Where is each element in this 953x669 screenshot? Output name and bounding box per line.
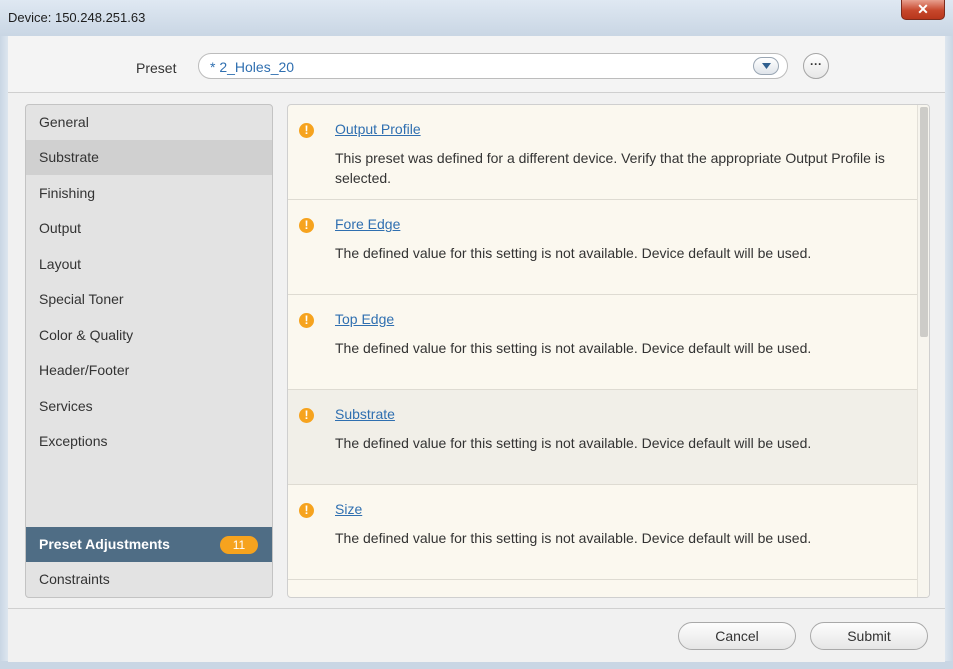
dialog-body: Preset * 2_Holes_20 ··· General Substrat… bbox=[8, 36, 945, 662]
warning-icon: ! bbox=[299, 503, 314, 518]
warning-icon: ! bbox=[299, 313, 314, 328]
sidebar-item-substrate[interactable]: Substrate bbox=[26, 140, 272, 175]
issue-message: The defined value for this setting is no… bbox=[335, 530, 812, 546]
more-options-button[interactable]: ··· bbox=[803, 53, 829, 79]
list-item: ! Top Edge The defined value for this se… bbox=[288, 295, 918, 390]
sidebar-item-output[interactable]: Output bbox=[26, 211, 272, 246]
issue-message: This preset was defined for a different … bbox=[335, 150, 885, 186]
sidebar-item-layout[interactable]: Layout bbox=[26, 247, 272, 282]
list-item bbox=[288, 580, 918, 597]
issue-link-fore-edge[interactable]: Fore Edge bbox=[335, 216, 400, 232]
sidebar-item-exceptions[interactable]: Exceptions bbox=[26, 424, 272, 459]
sidebar-item-preset-adjustments[interactable]: Preset Adjustments 11 bbox=[26, 527, 272, 562]
close-button[interactable]: ✕ bbox=[901, 0, 945, 20]
issue-link-size[interactable]: Size bbox=[335, 501, 362, 517]
submit-button[interactable]: Submit bbox=[810, 622, 928, 650]
issue-message: The defined value for this setting is no… bbox=[335, 435, 812, 451]
list-item: ! Fore Edge The defined value for this s… bbox=[288, 200, 918, 295]
issue-link-top-edge[interactable]: Top Edge bbox=[335, 311, 394, 327]
adjustments-count-badge: 11 bbox=[220, 536, 258, 554]
sidebar-item-label: Preset Adjustments bbox=[39, 536, 170, 552]
sidebar-item-special-toner[interactable]: Special Toner bbox=[26, 282, 272, 317]
preset-select[interactable]: * 2_Holes_20 bbox=[198, 53, 788, 79]
title-bar: Device: 150.248.251.63 ✕ bbox=[0, 0, 953, 37]
issue-message: The defined value for this setting is no… bbox=[335, 340, 812, 356]
chevron-down-icon bbox=[762, 63, 771, 69]
scrollbar-thumb[interactable] bbox=[920, 107, 928, 337]
preset-label: Preset bbox=[136, 60, 177, 76]
sidebar-item-general[interactable]: General bbox=[26, 105, 272, 140]
dialog-footer: Cancel Submit bbox=[8, 608, 945, 662]
cancel-button[interactable]: Cancel bbox=[678, 622, 796, 650]
preset-row: Preset * 2_Holes_20 ··· bbox=[8, 36, 945, 93]
warning-icon: ! bbox=[299, 218, 314, 233]
list-item: ! Size The defined value for this settin… bbox=[288, 485, 918, 580]
window-title: Device: 150.248.251.63 bbox=[8, 10, 146, 25]
sidebar-item-header-footer[interactable]: Header/Footer bbox=[26, 353, 272, 388]
sidebar-item-finishing[interactable]: Finishing bbox=[26, 176, 272, 211]
preset-dropdown-button[interactable] bbox=[753, 57, 779, 75]
ellipsis-icon: ··· bbox=[810, 57, 822, 71]
settings-sidebar: General Substrate Finishing Output Layou… bbox=[25, 104, 273, 598]
preset-value: * 2_Holes_20 bbox=[210, 59, 295, 75]
issue-message: The defined value for this setting is no… bbox=[335, 245, 812, 261]
warning-icon: ! bbox=[299, 123, 314, 138]
window-frame-right bbox=[945, 36, 953, 669]
scrollbar[interactable] bbox=[917, 105, 929, 597]
list-item: ! Substrate The defined value for this s… bbox=[288, 390, 918, 485]
sidebar-item-services[interactable]: Services bbox=[26, 389, 272, 424]
issue-link-output-profile[interactable]: Output Profile bbox=[335, 121, 421, 137]
issue-link-substrate[interactable]: Substrate bbox=[335, 406, 395, 422]
sidebar-item-color-quality[interactable]: Color & Quality bbox=[26, 318, 272, 353]
list-item: ! Output Profile This preset was defined… bbox=[288, 105, 918, 200]
window-frame-bottom bbox=[0, 661, 953, 669]
sidebar-item-constraints[interactable]: Constraints bbox=[26, 562, 272, 597]
warning-icon: ! bbox=[299, 408, 314, 423]
adjustments-list: ! Output Profile This preset was defined… bbox=[287, 104, 930, 598]
window-frame-left bbox=[0, 36, 8, 669]
